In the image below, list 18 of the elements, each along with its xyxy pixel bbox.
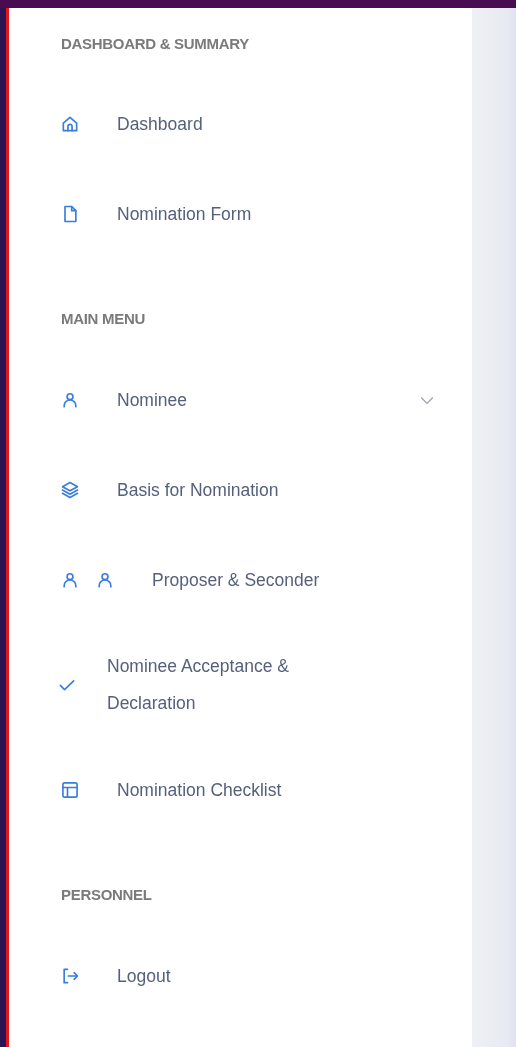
person-icon	[60, 390, 80, 410]
menu-item[interactable]: Nomination Checklist	[9, 745, 472, 835]
menu-item[interactable]: Nominee Acceptance & Declaration	[9, 625, 472, 745]
layers-icon	[60, 480, 80, 500]
menu-item[interactable]: Basis for Nomination	[9, 445, 472, 535]
menu-item[interactable]: Proposer & Seconder	[9, 535, 472, 625]
section-header: DASHBOARD & SUMMARY	[61, 35, 249, 52]
layout-icon	[60, 780, 80, 800]
section-header: MAIN MENU	[61, 310, 145, 327]
menu-item[interactable]: Nomination Form	[9, 169, 472, 259]
home-icon	[60, 114, 80, 134]
logout-icon	[60, 966, 80, 986]
menu-item[interactable]: Nominee	[9, 355, 472, 445]
person-icon	[95, 570, 115, 590]
person-icon	[60, 570, 80, 590]
menu-item[interactable]: Dashboard	[9, 79, 472, 169]
menu-item[interactable]: Logout	[9, 931, 472, 1021]
section-header: PERSONNEL	[61, 886, 152, 903]
